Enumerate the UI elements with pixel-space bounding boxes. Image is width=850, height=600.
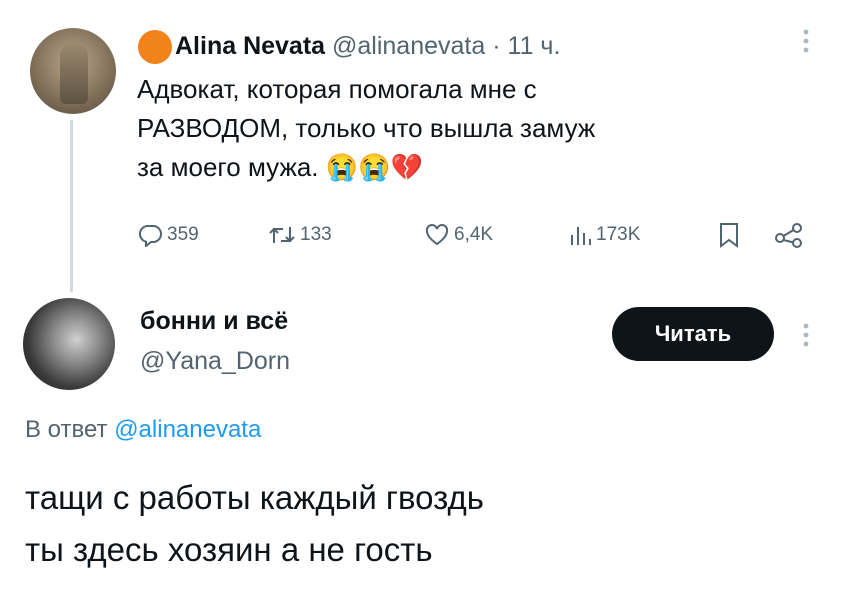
more-options-icon[interactable]	[796, 28, 816, 54]
bookmark-icon	[720, 223, 738, 248]
like-action[interactable]: 6,4K	[424, 222, 493, 248]
tweet-header: Alina Nevata @alinanevata · 11 ч.	[175, 30, 560, 62]
reply-context: В ответ @alinanevata	[25, 414, 261, 446]
author-name[interactable]: Alina Nevata	[175, 32, 325, 60]
repost-action[interactable]: 133	[268, 222, 332, 248]
reply-to-link[interactable]: @alinanevata	[114, 416, 261, 443]
tweet-text: Адвокат, которая помогала мне с РАЗВОДОМ…	[137, 70, 597, 187]
reply-line: ты здесь хозяин а не гость	[25, 531, 433, 568]
tweet-emojis: 😭😭💔	[325, 152, 423, 182]
reply-icon	[138, 225, 162, 247]
bookmark-action[interactable]	[718, 222, 740, 248]
reply-author-handle[interactable]: @Yana_Dorn	[140, 345, 290, 377]
header-separator: ·	[492, 32, 501, 60]
reply-more-options-icon[interactable]	[796, 322, 816, 348]
reply-action[interactable]: 359	[137, 222, 199, 248]
reply-text: тащи с работы каждый гвоздь ты здесь хоз…	[25, 472, 785, 576]
author-handle[interactable]: @alinanevata	[332, 32, 485, 60]
avatar-bonni[interactable]	[23, 298, 115, 390]
reply-line: тащи с работы каждый гвоздь	[25, 479, 484, 516]
reply-author-name[interactable]: бонни и всё	[140, 305, 288, 337]
avatar-figure	[60, 42, 88, 104]
avatar-alina[interactable]	[30, 28, 116, 114]
views-icon	[571, 227, 591, 245]
views-count: 173K	[596, 224, 641, 245]
follow-button[interactable]: Читать	[612, 307, 774, 361]
share-icon	[775, 223, 802, 248]
reply-count: 359	[167, 224, 199, 245]
share-action[interactable]	[774, 222, 804, 248]
views-action[interactable]: 173K	[568, 222, 640, 248]
reply-prefix: В ответ	[25, 416, 108, 443]
repost-count: 133	[300, 224, 332, 245]
thread-line	[70, 120, 73, 292]
like-icon	[425, 223, 449, 246]
repost-icon	[269, 227, 295, 243]
tweet-time[interactable]: 11 ч.	[508, 32, 561, 60]
like-count: 6,4K	[454, 224, 494, 245]
profile-badge-icon	[138, 30, 172, 64]
